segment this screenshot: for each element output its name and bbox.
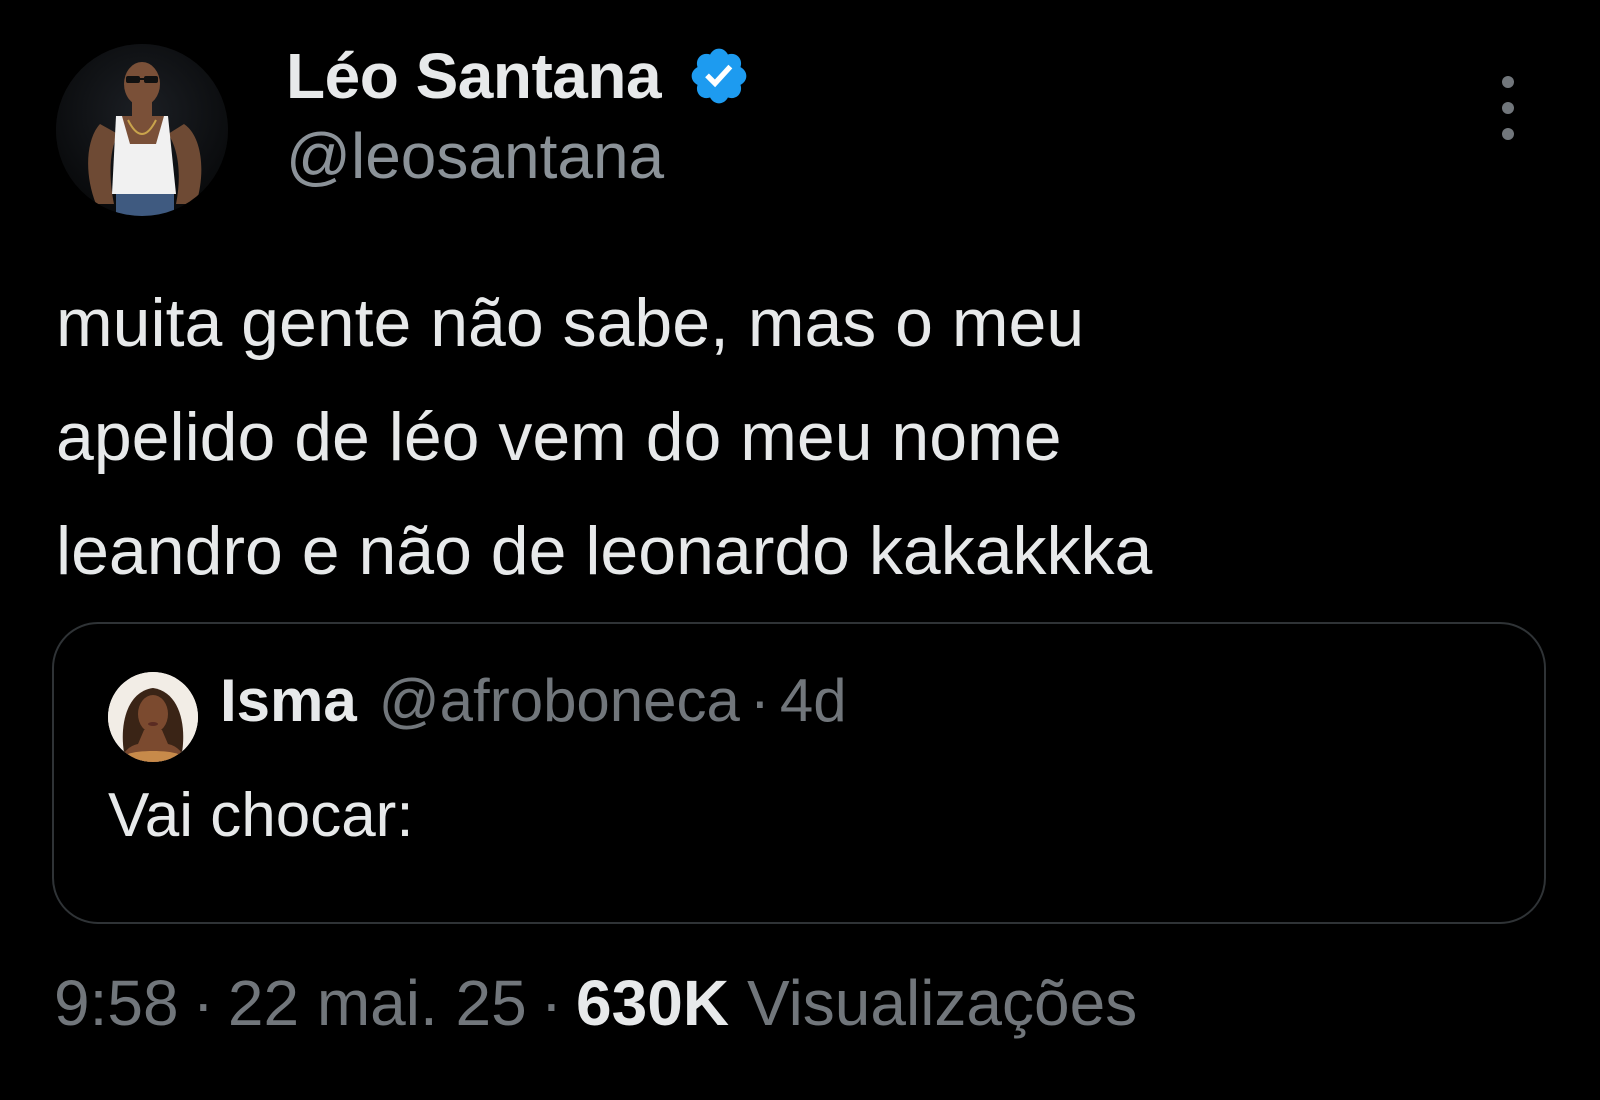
tweet-time[interactable]: 9:58 (54, 966, 179, 1040)
author-display-name[interactable]: Léo Santana (286, 38, 662, 114)
meta-separator: · (540, 967, 563, 1039)
views-label[interactable]: Visualizações (747, 966, 1137, 1040)
quoted-author-handle[interactable]: @afroboneca (379, 666, 740, 735)
more-vertical-icon-dot (1502, 102, 1514, 114)
tweet-text-line: leandro e não de leonardo kakakkka (56, 513, 1153, 589)
quoted-tweet-header: Isma @afroboneca · 4d (220, 666, 847, 752)
more-vertical-icon-dot (1502, 128, 1514, 140)
quoted-tweet-text: Vai chocar: (108, 781, 414, 850)
more-vertical-icon (1502, 76, 1514, 88)
quoted-author-name[interactable]: Isma (220, 666, 357, 735)
views-count[interactable]: 630K (576, 966, 729, 1040)
name-row: Léo Santana (286, 38, 751, 114)
tweet-text: muita gente não sabe, mas o meu apelido … (56, 266, 1536, 608)
quoted-separator: · (749, 667, 770, 734)
verified-badge-icon (687, 44, 751, 108)
tweet-text-line: muita gente não sabe, mas o meu (56, 285, 1085, 361)
author-avatar[interactable] (56, 44, 228, 216)
tweet-meta: 9:58 · 22 mai. 25 · 630K Visualizações (54, 966, 1137, 1040)
more-options-button[interactable] (1490, 76, 1526, 140)
tweet: Léo Santana @leosantana muita gente não … (0, 0, 1600, 1100)
author-info: Léo Santana @leosantana (286, 38, 751, 196)
meta-separator: · (192, 967, 214, 1039)
author-handle[interactable]: @leosantana (286, 116, 751, 196)
quoted-author-avatar[interactable] (108, 672, 198, 762)
quoted-tweet-time[interactable]: 4d (780, 666, 847, 735)
tweet-date[interactable]: 22 mai. 25 (228, 966, 527, 1040)
tweet-text-line: apelido de léo vem do meu nome (56, 399, 1062, 475)
quoted-tweet-card[interactable]: Isma @afroboneca · 4d Vai chocar: (52, 622, 1546, 924)
